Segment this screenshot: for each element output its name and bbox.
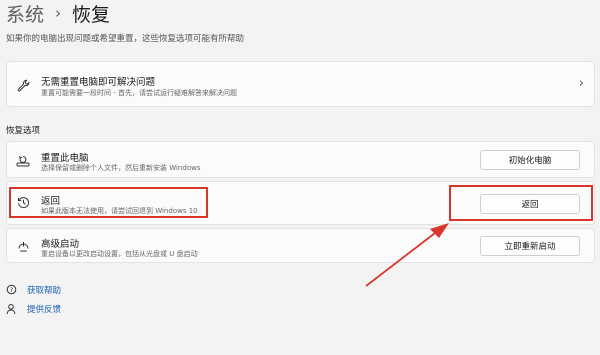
restart-now-button[interactable]: 立即重新启动 bbox=[480, 236, 580, 256]
troubleshoot-card[interactable]: 无需重置电脑即可解决问题 重置可能需要一段时间 - 首先，请尝试运行疑难解答来解… bbox=[6, 61, 595, 107]
history-icon bbox=[16, 195, 30, 209]
advanced-startup-title: 高级启动 bbox=[41, 239, 80, 250]
go-back-subtitle: 如果此版本无法使用，请尝试回退到 Windows 10 bbox=[41, 207, 198, 215]
reset-pc-button[interactable]: 初始化电脑 bbox=[480, 150, 580, 170]
chevron-right-icon: › bbox=[578, 76, 584, 91]
reset-pc-subtitle: 选择保留或删除个人文件，然后重新安装 Windows bbox=[41, 164, 201, 172]
advanced-startup-card: 高级启动 重启设备以更改启动设置，包括从光盘或 U 盘启动 立即重新启动 bbox=[6, 228, 595, 263]
go-back-card: 返回 如果此版本无法使用，请尝试回退到 Windows 10 返回 bbox=[6, 181, 595, 225]
help-icon: ? bbox=[6, 284, 18, 296]
wrench-icon bbox=[16, 78, 30, 92]
feedback-link[interactable]: 提供反馈 bbox=[27, 303, 61, 315]
reset-pc-card: 重置此电脑 选择保留或删除个人文件，然后重新安装 Windows 初始化电脑 bbox=[6, 141, 595, 178]
troubleshoot-title: 无需重置电脑即可解决问题 bbox=[41, 77, 156, 88]
breadcrumb-separator: › bbox=[55, 4, 62, 22]
troubleshoot-subtitle: 重置可能需要一段时间 - 首先，请尝试运行疑难解答来解决问题 bbox=[41, 89, 237, 97]
reset-pc-icon bbox=[16, 154, 30, 168]
get-help-link[interactable]: 获取帮助 bbox=[27, 284, 61, 296]
page-description: 如果你的电脑出现问题或希望重置，这些恢复选项可能有所帮助 bbox=[6, 34, 245, 44]
page-title: 恢复 bbox=[72, 3, 111, 26]
feedback-icon bbox=[6, 303, 18, 315]
svg-text:?: ? bbox=[10, 286, 13, 294]
go-back-title: 返回 bbox=[41, 196, 61, 207]
advanced-startup-subtitle: 重启设备以更改启动设置，包括从光盘或 U 盘启动 bbox=[41, 250, 198, 258]
reset-pc-title: 重置此电脑 bbox=[41, 153, 89, 164]
breadcrumb-system-link[interactable]: 系统 bbox=[6, 0, 44, 27]
go-back-button[interactable]: 返回 bbox=[480, 194, 580, 214]
advanced-startup-icon bbox=[16, 239, 30, 253]
section-label: 恢复选项 bbox=[6, 126, 41, 136]
get-help-row: ? 获取帮助 bbox=[6, 284, 61, 296]
feedback-row: 提供反馈 bbox=[6, 303, 61, 315]
breadcrumb: 系统 › 恢复 bbox=[6, 0, 110, 26]
